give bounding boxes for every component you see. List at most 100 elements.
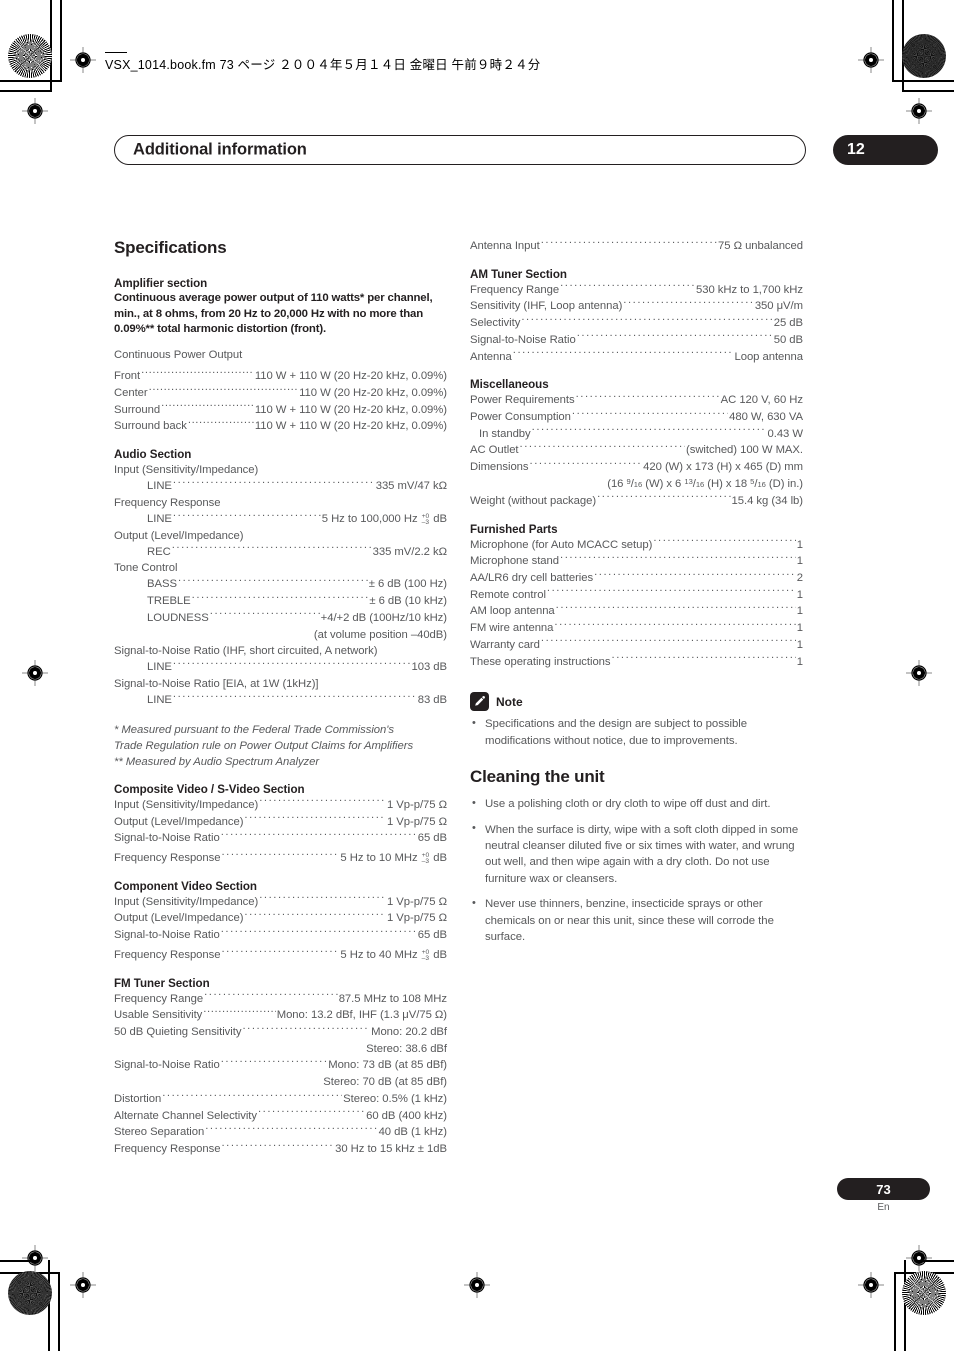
- leader-dots: [242, 1024, 370, 1035]
- spec-label: 50 dB Quieting Sensitivity: [114, 1026, 242, 1039]
- spec-row: Output (Level/Impedance) 1 Vp-p/75 Ω: [114, 814, 447, 831]
- spec-row: These operating instructions 1: [470, 654, 803, 671]
- audio-snr-eia-label: Signal-to-Noise Ratio [EIA, at 1W (1kHz)…: [114, 678, 319, 691]
- spec-label: These operating instructions: [470, 655, 611, 668]
- spec-label: Antenna: [470, 350, 512, 363]
- registration-mark-right-mid: [906, 660, 932, 686]
- leader-dots: [547, 587, 796, 598]
- spec-label: Microphone stand: [470, 555, 560, 568]
- fm-quieting-stereo-value: Stereo: 38.6 dBf: [366, 1042, 447, 1055]
- leader-dots: [221, 927, 417, 938]
- dimensions-inches-line: (16 9/16 (W) x 6 13/16 (H) x 18 5/16 (D)…: [607, 476, 803, 491]
- pencil-icon: [470, 692, 489, 712]
- spec-row: Distortion Stereo: 0.5% (1 kHz): [114, 1091, 447, 1108]
- right-column: Antenna Input 75 Ω unbalanced AM Tuner S…: [470, 238, 803, 955]
- spec-row: Alternate Channel Selectivity 60 dB (400…: [114, 1108, 447, 1125]
- spec-value: 40 dB (1 kHz): [378, 1126, 447, 1139]
- spec-label: Remote control: [470, 588, 546, 601]
- spec-value: 15.4 kg (34 lb): [731, 494, 804, 507]
- tolerance-stack: +0 –3: [421, 851, 430, 865]
- leader-dots: [141, 369, 254, 380]
- spec-label: Frequency Response: [114, 1143, 221, 1156]
- spec-row: Front 110 W + 110 W (20 Hz-20 kHz, 0.09%…: [114, 368, 447, 385]
- spec-label: LINE: [147, 512, 172, 525]
- list-item: Use a polishing cloth or dry cloth to wi…: [470, 796, 803, 812]
- spec-label: Usable Sensitivity: [114, 1009, 203, 1022]
- section-heading-audio: Audio Section: [114, 448, 192, 462]
- section-heading-am-tuner: AM Tuner Section: [470, 267, 567, 281]
- leader-dots: [572, 409, 728, 420]
- leader-dots: [532, 426, 767, 437]
- spec-value: 83 dB: [417, 694, 447, 707]
- spec-row: LINE 335 mV/47 kΩ: [114, 478, 447, 495]
- specifications-title: Specifications: [114, 238, 227, 257]
- registration-mark-bottom-left: [70, 1272, 96, 1298]
- spec-value: 5 Hz to 10 MHz +0 –3 dB: [340, 851, 447, 865]
- leader-dots: [221, 850, 339, 861]
- spec-row: Signal-to-Noise Ratio Mono: 73 dB (at 85…: [114, 1057, 447, 1074]
- section-heading-component-video: Component Video Section: [114, 879, 257, 893]
- crop-mark-bottom-left-v: [48, 1260, 50, 1351]
- audio-input-group-label: Input (Sensitivity/Impedance): [114, 464, 259, 477]
- spec-row: Center 110 W (20 Hz-20 kHz, 0.09%): [114, 385, 447, 402]
- spec-value: 110 W (20 Hz-20 kHz, 0.09%): [299, 386, 447, 399]
- spec-row: REC 335 mV/2.2 kΩ: [114, 544, 447, 561]
- spec-value: 87.5 MHz to 108 MHz: [338, 992, 447, 1005]
- leader-dots: [259, 797, 386, 808]
- leader-dots: [173, 660, 411, 671]
- leader-dots: [530, 459, 643, 470]
- spec-label: Frequency Response: [114, 852, 221, 865]
- spec-label: Microphone (for Auto MCACC setup): [470, 538, 653, 551]
- registration-mark-left-mid: [22, 660, 48, 686]
- spec-row: Input (Sensitivity/Impedance) 1 Vp-p/75 …: [114, 894, 447, 911]
- section-heading-miscellaneous: Miscellaneous: [470, 378, 549, 392]
- registration-mark-bottom-center: [464, 1272, 490, 1298]
- spec-label: LINE: [147, 480, 172, 493]
- spec-value: 65 dB: [417, 929, 447, 942]
- leader-dots: [594, 570, 796, 581]
- color-rosette-top-right: [902, 34, 946, 78]
- spec-value: 2: [796, 571, 803, 584]
- spec-row: Microphone (for Auto MCACC setup) 1: [470, 537, 803, 554]
- spec-value: 110 W + 110 W (20 Hz-20 kHz, 0.09%): [254, 403, 447, 416]
- leader-dots: [541, 637, 796, 648]
- spec-value: 1: [796, 655, 803, 668]
- leader-dots: [577, 332, 773, 343]
- section-heading-fm-tuner: FM Tuner Section: [114, 976, 210, 990]
- spec-value: 60 dB (400 kHz): [366, 1109, 447, 1122]
- spec-row: Surround 110 W + 110 W (20 Hz-20 kHz, 0.…: [114, 402, 447, 419]
- file-slug-line: VSX_1014.book.fm 73 ページ ２００４年５月１４日 金曜日 午…: [105, 58, 541, 72]
- spec-row: Power Consumption 480 W, 630 VA: [470, 409, 803, 426]
- spec-value: 65 dB: [417, 832, 447, 845]
- color-rosette-bottom-right: [902, 1271, 946, 1315]
- spec-row: LOUDNESS +4/+2 dB (100Hz/10 kHz): [114, 610, 447, 627]
- crop-mark-bottom-left-v2: [58, 1272, 60, 1351]
- leader-dots: [188, 419, 254, 430]
- leader-dots: [161, 402, 254, 413]
- spec-row: Usable Sensitivity Mono: 13.2 dBf, IHF (…: [114, 1007, 447, 1024]
- leader-dots: [203, 1008, 275, 1019]
- spec-value: 480 W, 630 VA: [729, 411, 803, 424]
- spec-row: AA/LR6 dry cell batteries 2: [470, 570, 803, 587]
- spec-row: LINE 5 Hz to 100,000 Hz +0–3 dB: [114, 511, 447, 528]
- leader-dots: [192, 593, 369, 604]
- spec-value: 1: [796, 538, 803, 551]
- spec-value: ± 6 dB (100 Hz): [368, 578, 447, 591]
- leader-dots: [653, 537, 795, 548]
- list-item: Never use thinners, benzine, insecticide…: [470, 896, 803, 945]
- spec-label: Distortion: [114, 1092, 162, 1105]
- spec-label: BASS: [147, 578, 177, 591]
- leader-dots: [149, 385, 299, 396]
- spec-row: FM wire antenna 1: [470, 620, 803, 637]
- chapter-header-band: Additional information: [114, 135, 806, 165]
- audio-freqresp-group-label: Frequency Response: [114, 496, 221, 509]
- spec-label: AM loop antenna: [470, 605, 555, 618]
- spec-row: BASS ± 6 dB (100 Hz): [114, 576, 447, 593]
- page-number: 73: [876, 1181, 891, 1197]
- list-item: When the surface is dirty, wipe with a s…: [470, 821, 803, 888]
- spec-row: Frequency Range 87.5 MHz to 108 MHz: [114, 991, 447, 1008]
- spec-row: TREBLE ± 6 dB (10 kHz): [114, 593, 447, 610]
- leader-dots: [576, 393, 720, 404]
- slug-rule: [105, 52, 127, 53]
- spec-row: Selectivity 25 dB: [470, 315, 803, 332]
